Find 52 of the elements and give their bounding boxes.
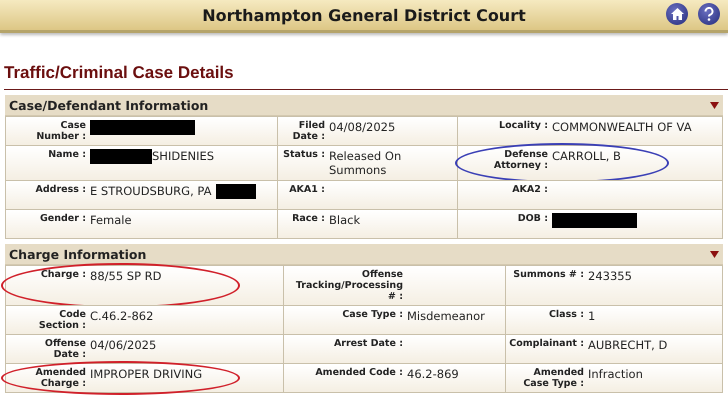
field-label: DOB : — [516, 213, 549, 224]
field-value: 243355 — [588, 269, 632, 283]
field-label: Offense Date : — [44, 338, 87, 360]
section-header[interactable]: Charge Information — [5, 244, 723, 265]
field-value: E STROUDSBURG, PA — [90, 184, 212, 198]
section-title: Charge Information — [9, 246, 146, 262]
field-label: Status : — [282, 149, 326, 160]
field-value: Infraction — [588, 367, 643, 381]
field-label: Summons # : — [512, 269, 585, 280]
field-label: Complainant : — [508, 338, 585, 349]
field-label: Address : — [34, 184, 87, 195]
page-title: Traffic/Criminal Case Details — [4, 63, 728, 90]
field-value: 88/55 SP RD — [90, 269, 162, 283]
field-label: AKA1 : — [288, 184, 326, 195]
field-label: Charge : — [40, 269, 87, 280]
field-label: Offense Tracking/Processing # : — [294, 269, 404, 302]
collapse-icon[interactable] — [710, 250, 719, 258]
field-label: Arrest Date : — [332, 338, 404, 349]
field-value: Released On Summons — [329, 149, 402, 177]
field-value: Black — [329, 213, 360, 227]
field-value: Female — [90, 213, 132, 227]
field-value: 04/06/2025 — [90, 338, 156, 352]
field-label: AKA2 : — [511, 184, 549, 195]
field-label: Amended Code : — [314, 367, 404, 378]
field-label: Case Type : — [341, 309, 404, 320]
help-icon[interactable] — [698, 3, 720, 25]
field-label: Case Number : — [35, 120, 87, 142]
court-title: Northampton General District Court — [202, 6, 526, 24]
field-value: 46.2-869 — [407, 367, 459, 381]
field-value: CARROLL, B — [552, 149, 621, 163]
collapse-icon[interactable] — [710, 102, 719, 108]
field-label: Name : — [47, 149, 87, 160]
field-value: IMPROPER DRIVING — [90, 367, 202, 381]
field-value: COMMONWEALTH OF VA — [552, 120, 692, 134]
field-value: Misdemeanor — [407, 309, 485, 323]
field-value: 04/08/2025 — [329, 120, 396, 134]
field-label: Race : — [291, 213, 326, 224]
field-label: Code Section : — [38, 309, 87, 331]
field-label: Class : — [548, 309, 585, 320]
field-value: SHIDENIES — [152, 149, 214, 163]
field-label: Amended Case Type : — [522, 367, 585, 389]
section-title: Case/Defendant Information — [9, 98, 208, 112]
field-label: Gender : — [38, 213, 87, 224]
home-icon[interactable] — [666, 3, 688, 25]
field-label: Locality : — [498, 120, 549, 131]
field-value: C.46.2-862 — [90, 309, 154, 323]
field-value: AUBRECHT, D — [588, 338, 668, 352]
field-label: Amended Charge : — [34, 367, 87, 389]
field-value: 1 — [588, 309, 596, 323]
field-label: Defense Attorney : — [492, 149, 549, 171]
section-header[interactable]: Case/Defendant Information — [5, 95, 723, 116]
field-label: Filed Date : — [292, 120, 326, 142]
